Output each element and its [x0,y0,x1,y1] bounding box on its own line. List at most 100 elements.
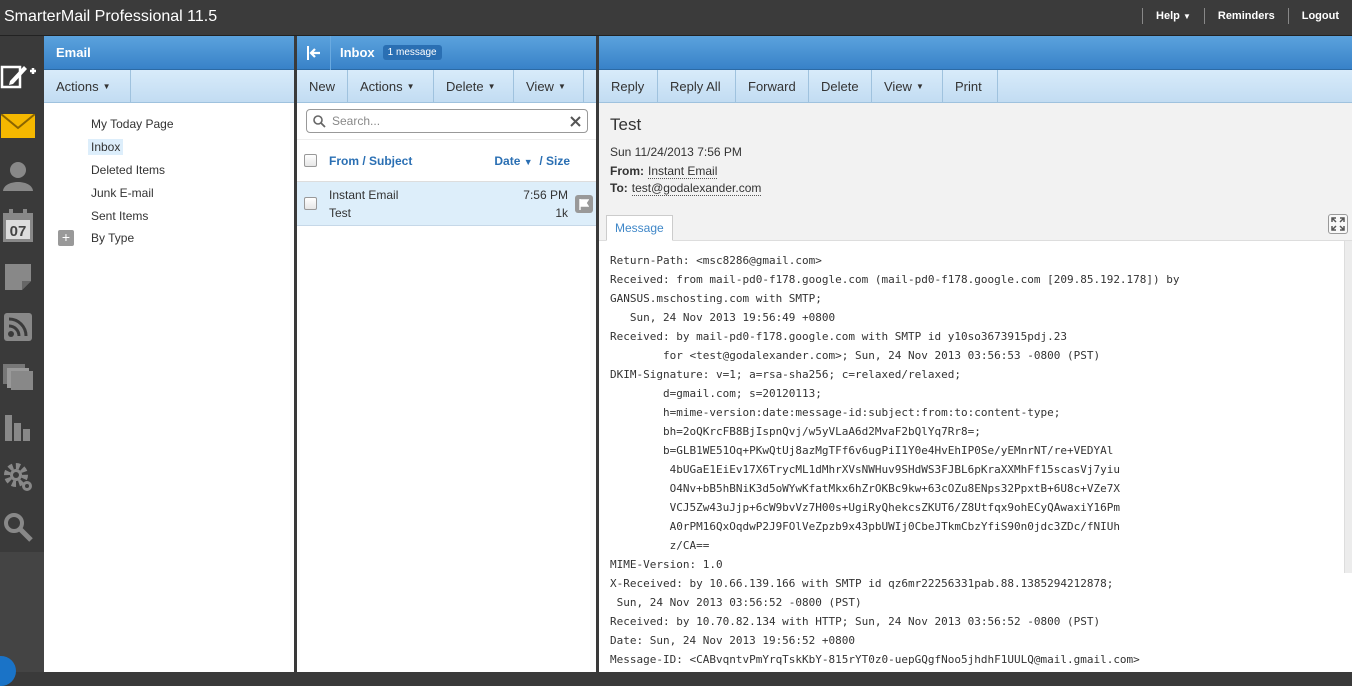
clear-search-icon[interactable] [570,115,581,127]
list-view-button[interactable]: View ▼ [514,70,584,102]
select-all-checkbox[interactable] [304,154,317,167]
folder-label: Sent Items [91,208,149,223]
settings-icon[interactable] [0,459,36,495]
message-list-pane: Inbox 1 message New Actions ▼ Delete ▼ Vie… [297,35,596,672]
reports-icon[interactable] [0,409,36,445]
from-line: From: Instant Email [610,164,1341,179]
folder-inbox[interactable]: Inbox [44,136,294,159]
help-menu[interactable]: Help ▼ [1142,8,1204,24]
list-delete-button[interactable]: Delete ▼ [434,70,514,102]
help-label: Help [1156,10,1180,22]
message-checkbox[interactable] [304,197,317,210]
reader-view-button[interactable]: View ▼ [872,70,943,102]
folder-label: My Today Page [91,117,174,132]
to-line: To: test@godalexander.com [610,181,1341,196]
calendar-icon[interactable]: 07 [0,208,36,244]
top-bar: SmarterMail Professional 11.5 Help ▼ Rem… [0,0,1352,36]
contacts-icon[interactable] [0,158,36,194]
compose-icon[interactable] [0,59,36,95]
reading-pane-header [599,36,1352,70]
folder-pane-header: Email [44,36,294,70]
search-placeholder: Search... [332,114,381,128]
new-button[interactable]: New [297,70,348,102]
expand-plus-icon[interactable]: + [58,230,74,247]
date-size-sort[interactable]: Date ▼ / Size [494,154,570,168]
message-summary: Instant Email Test [329,186,398,222]
calendar-day: 07 [10,223,27,240]
reply-all-button[interactable]: Reply All [658,70,736,102]
chevron-down-icon: ▼ [406,81,415,91]
message-meta: 7:56 PM 1k [523,186,568,222]
reader-toolbar: Reply Reply All Forward Delete View ▼ Pri… [599,70,1352,103]
flag-button[interactable] [575,195,593,213]
app-rail: 07 [0,52,44,552]
rss-icon[interactable] [0,309,36,345]
message-subject-title: Test [610,115,642,134]
chevron-down-icon: ▼ [102,81,111,91]
folder-toolbar: Actions ▼ [44,70,294,103]
reply-button[interactable]: Reply [599,70,658,102]
folder-by-type[interactable]: + By Type [44,227,294,250]
from-subject-sort[interactable]: From / Subject [329,154,412,168]
print-button[interactable]: Print [943,70,998,102]
to-address[interactable]: test@godalexander.com [631,181,762,196]
sort-desc-icon: ▼ [523,156,533,167]
from-label: From: [610,164,644,178]
date-sort-label: Date [494,153,521,168]
expand-button[interactable] [1328,214,1348,234]
message-scrollbar[interactable] [1344,241,1352,573]
list-column-header: From / Subject Date ▼ / Size [297,140,596,182]
expand-icon [1331,217,1345,231]
rail-footer [0,552,44,686]
collapse-arrow-icon [306,45,320,60]
search-input[interactable]: Search... [306,109,588,133]
list-actions-label: Actions [360,78,403,94]
folder-deleted-items[interactable]: Deleted Items [44,159,294,182]
notes-icon[interactable] [0,259,36,295]
list-pane-title: Inbox [340,45,375,60]
folder-pane: Email Actions ▼ My Today Page Inbox Delet… [44,36,294,672]
chevron-down-icon: ▼ [915,81,924,91]
flag-icon [579,198,589,210]
folder-actions-label: Actions [56,78,99,94]
list-delete-label: Delete [446,78,484,94]
message-subject: Test [329,205,352,220]
search-icon [313,114,326,128]
tab-message[interactable]: Message [606,215,673,241]
message-header: Test Sun 11/24/2013 7:56 PM From: Instant… [599,103,1352,241]
list-actions-button[interactable]: Actions ▼ [348,70,434,102]
message-count-badge: 1 message [382,45,442,60]
mail-icon[interactable] [0,108,36,144]
size-sort-label: / Size [539,153,570,168]
folder-list: My Today Page Inbox Deleted Items Junk E… [44,103,294,250]
status-dot [0,656,16,686]
message-body: Return-Path: <msc8286@gmail.com> Receive… [610,254,1180,666]
message-from: Instant Email [329,187,399,202]
search-icon[interactable] [0,509,36,545]
forward-button[interactable]: Forward [736,70,809,102]
logout-link[interactable]: Logout [1287,8,1352,24]
list-pane-header: Inbox 1 message [297,35,596,70]
folder-label: By Type [91,231,135,246]
reader-delete-button[interactable]: Delete [809,70,872,102]
from-address[interactable]: Instant Email [648,164,718,179]
reader-view-label: View [884,78,912,94]
reading-pane: Reply Reply All Forward Delete View ▼ Pri… [599,36,1352,672]
message-row[interactable]: Instant Email Test 7:56 PM 1k [297,182,596,226]
app-title: SmarterMail Professional 11.5 [4,8,218,25]
message-time: 7:56 PM [523,188,568,202]
reminders-link[interactable]: Reminders [1203,8,1288,24]
chevron-down-icon: ▼ [1182,12,1191,21]
folder-label: Deleted Items [91,162,166,177]
chevron-down-icon: ▼ [487,81,496,91]
files-icon[interactable] [0,359,36,395]
folder-sent-items[interactable]: Sent Items [44,204,294,227]
folder-actions-button[interactable]: Actions ▼ [44,70,131,102]
top-links: Help ▼ Reminders Logout [1142,8,1352,24]
folder-label: Junk E-mail [91,185,154,200]
folder-my-today-page[interactable]: My Today Page [44,113,294,136]
folder-junk-email[interactable]: Junk E-mail [44,181,294,204]
chevron-down-icon: ▼ [557,81,566,91]
list-toolbar: New Actions ▼ Delete ▼ View ▼ [297,70,596,103]
collapse-pane-button[interactable] [297,35,331,70]
